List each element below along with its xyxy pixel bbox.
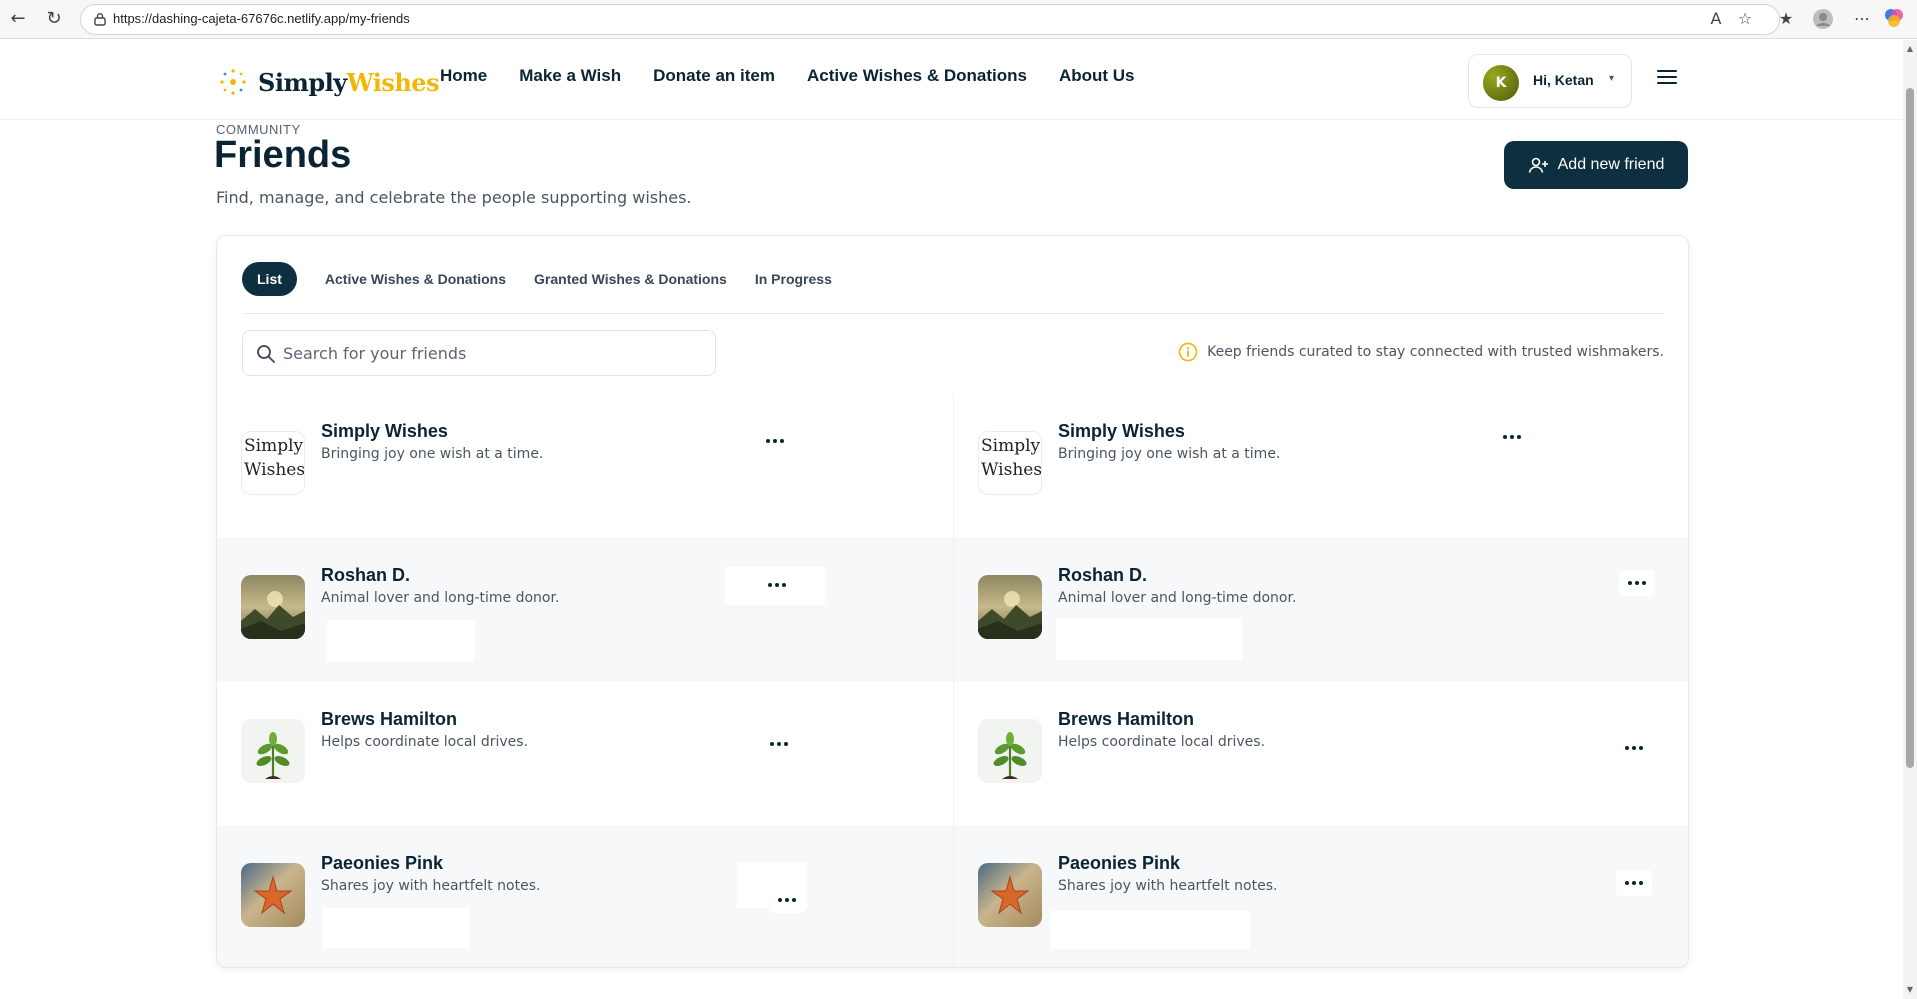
- page-title: Friends: [214, 134, 352, 176]
- friend-bio: Shares joy with heartfelt notes.: [1058, 878, 1278, 894]
- loading-placeholder: [1050, 911, 1250, 949]
- friend-bio: Helps coordinate local drives.: [321, 734, 529, 750]
- friend-name: Paeonies Pink: [321, 853, 444, 873]
- scroll-down-icon[interactable]: ▼: [1905, 985, 1915, 995]
- landscape-avatar: [978, 575, 1042, 639]
- page-scrollbar[interactable]: ▲ ▼: [1903, 40, 1917, 999]
- more-menu-icon[interactable]: ⋯: [1851, 8, 1873, 30]
- more-options-button[interactable]: [759, 572, 795, 598]
- broken-image-alt-text: Simply: [981, 436, 1041, 456]
- logo-text-simply: Simply: [258, 67, 347, 97]
- user-greeting: Hi, Ketan: [1533, 72, 1594, 88]
- tab-granted-wishes-donations[interactable]: Granted Wishes & Donations: [534, 271, 727, 287]
- nav-donate-an-item[interactable]: Donate an item: [653, 66, 775, 86]
- tab-list[interactable]: List: [242, 262, 297, 296]
- tab-active-wishes-donations[interactable]: Active Wishes & Donations: [325, 271, 506, 287]
- profile-icon[interactable]: [1812, 8, 1834, 30]
- friend-name: Simply Wishes: [1058, 421, 1185, 441]
- divider: [242, 313, 1664, 314]
- scroll-up-icon[interactable]: ▲: [1905, 44, 1915, 54]
- friend-bio: Bringing joy one wish at a time.: [321, 446, 544, 462]
- friend-bio: Animal lover and long-time donor.: [321, 590, 560, 606]
- friends-card: List Active Wishes & Donations Granted W…: [216, 235, 1689, 968]
- add-user-icon: [1528, 157, 1548, 173]
- landscape-avatar: [241, 575, 305, 639]
- search-box[interactable]: [242, 330, 716, 376]
- more-options-button[interactable]: [769, 887, 805, 913]
- friend-card[interactable]: Roshan D. Animal lover and long-time don…: [954, 537, 1688, 681]
- add-new-friend-button[interactable]: Add new friend: [1504, 141, 1688, 189]
- friend-card[interactable]: Simply Wishes Simply Wishes Bringing joy …: [954, 393, 1688, 537]
- curation-tip: Keep friends curated to stay connected w…: [1178, 342, 1664, 362]
- address-bar[interactable]: https://dashing-cajeta-67676c.netlify.ap…: [80, 4, 1780, 35]
- search-icon: [257, 345, 275, 363]
- nav-active-wishes-donations[interactable]: Active Wishes & Donations: [807, 66, 1027, 86]
- search-input[interactable]: [283, 341, 703, 365]
- nav-about-us[interactable]: About Us: [1059, 66, 1135, 86]
- lock-icon: [94, 13, 106, 26]
- user-menu[interactable]: K Hi, Ketan ▾: [1468, 54, 1632, 108]
- main-nav: Home Make a Wish Donate an item Active W…: [440, 66, 1134, 86]
- starfish-avatar: [978, 863, 1042, 927]
- loading-placeholder: [322, 908, 470, 948]
- avatar: K: [1483, 65, 1519, 101]
- copilot-icon[interactable]: [1883, 8, 1905, 30]
- more-options-button[interactable]: [761, 731, 797, 757]
- friend-name: Roshan D.: [1058, 565, 1148, 585]
- page-subtitle: Find, manage, and celebrate the people s…: [216, 188, 692, 207]
- broken-image-alt-text: Wishes: [981, 460, 1042, 480]
- more-options-button[interactable]: [1494, 424, 1530, 450]
- info-icon: [1178, 342, 1198, 362]
- loading-placeholder: [327, 620, 475, 662]
- friend-card[interactable]: Brews Hamilton Helps coordinate local dr…: [217, 681, 954, 825]
- friends-grid: Simply Wishes Simply Wishes Bringing joy …: [217, 393, 1688, 967]
- tip-text: Keep friends curated to stay connected w…: [1207, 344, 1664, 360]
- hamburger-menu-icon[interactable]: [1657, 70, 1677, 86]
- favorite-star-icon[interactable]: ☆: [1734, 8, 1756, 30]
- favorites-icon[interactable]: ★: [1775, 8, 1797, 30]
- friend-card[interactable]: Paeonies Pink Shares joy with heartfelt …: [217, 825, 954, 967]
- url-text: https://dashing-cajeta-67676c.netlify.ap…: [113, 11, 410, 26]
- nav-home[interactable]: Home: [440, 66, 487, 86]
- add-new-friend-label: Add new friend: [1557, 156, 1665, 173]
- broken-image-alt-text: Wishes: [244, 460, 305, 480]
- chevron-down-icon: ▾: [1609, 73, 1615, 84]
- broken-image-alt-text: Simply: [244, 436, 304, 456]
- loading-placeholder: [1056, 618, 1242, 660]
- more-options-button[interactable]: [1616, 870, 1652, 896]
- read-aloud-icon[interactable]: A: [1705, 8, 1727, 30]
- friend-name: Brews Hamilton: [321, 709, 458, 729]
- friend-name: Brews Hamilton: [1058, 709, 1195, 729]
- friend-card[interactable]: Paeonies Pink Shares joy with heartfelt …: [954, 825, 1688, 967]
- site-header: SimplyWishes Home Make a Wish Donate an …: [0, 40, 1903, 120]
- friend-name: Paeonies Pink: [1058, 853, 1181, 873]
- friend-card[interactable]: Brews Hamilton Helps coordinate local dr…: [954, 681, 1688, 825]
- more-options-button[interactable]: [1616, 735, 1652, 761]
- nav-make-a-wish[interactable]: Make a Wish: [519, 66, 621, 86]
- tab-bar: List Active Wishes & Donations Granted W…: [242, 262, 832, 296]
- friend-card[interactable]: Roshan D. Animal lover and long-time don…: [217, 537, 954, 681]
- back-icon[interactable]: ←: [6, 7, 30, 31]
- friend-avatar-broken: Simply Wishes: [978, 431, 1042, 495]
- friend-name: Roshan D.: [321, 565, 411, 585]
- sun-logo-icon: [220, 69, 246, 95]
- friend-avatar-broken: Simply Wishes: [241, 431, 305, 495]
- plant-avatar: [978, 719, 1042, 783]
- scrollbar-thumb[interactable]: [1906, 88, 1914, 768]
- friend-bio: Bringing joy one wish at a time.: [1058, 446, 1281, 462]
- friend-bio: Shares joy with heartfelt notes.: [321, 878, 541, 894]
- plant-avatar: [241, 719, 305, 783]
- friend-bio: Animal lover and long-time donor.: [1058, 590, 1297, 606]
- friend-bio: Helps coordinate local drives.: [1058, 734, 1266, 750]
- friend-name: Simply Wishes: [321, 421, 448, 441]
- logo[interactable]: SimplyWishes: [218, 62, 440, 102]
- more-options-button[interactable]: [1619, 570, 1655, 596]
- tab-in-progress[interactable]: In Progress: [755, 271, 832, 287]
- refresh-icon[interactable]: ↻: [42, 7, 66, 31]
- logo-text-wishes: Wishes: [346, 67, 440, 97]
- friend-card[interactable]: Simply Wishes Simply Wishes Bringing joy …: [217, 393, 954, 537]
- starfish-avatar: [241, 863, 305, 927]
- more-options-button[interactable]: [757, 428, 793, 454]
- browser-toolbar: ← ↻ https://dashing-cajeta-67676c.netlif…: [0, 0, 1917, 39]
